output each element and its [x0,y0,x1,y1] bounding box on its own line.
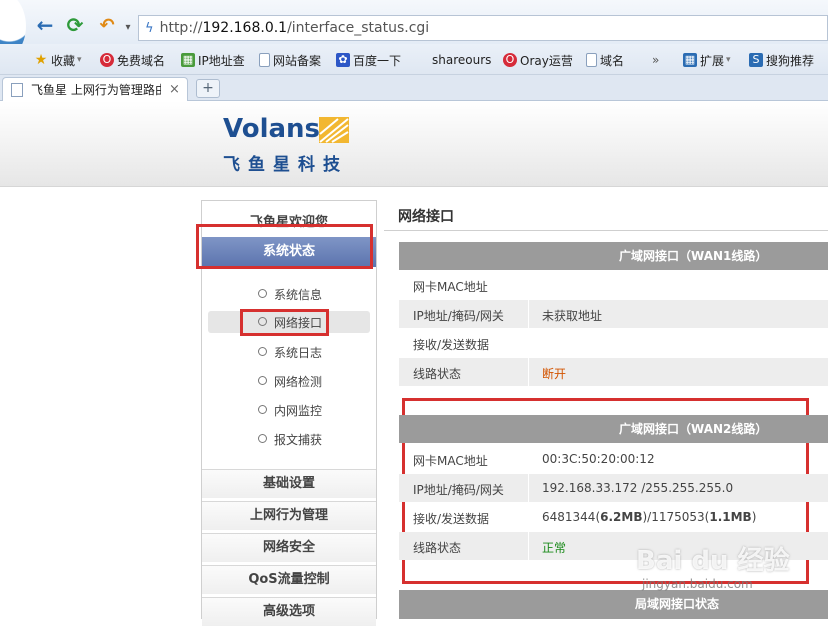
table-row: 接收/发送数据 [399,329,828,357]
table-row: 网卡MAC地址 [399,271,828,299]
bolt-icon: ϟ [145,20,154,36]
title-divider [384,230,828,231]
refresh-icon[interactable]: ⟳ [64,13,86,37]
sidebar-category-basic-settings[interactable]: 基础设置 [202,469,376,498]
watermark: Bai du 经验 jingyan.baidu.com [636,546,790,591]
table-row: 线路状态 断开 [399,358,828,386]
back-icon[interactable]: ← [34,13,56,37]
highlight-box-network-interface [240,309,329,336]
sidebar-subitem-network-check[interactable]: 网络检测 [202,370,376,392]
table-row: 网卡MAC地址 00:3C:50:20:00:12 [399,445,828,473]
url-text[interactable]: http://192.168.0.1/interface_status.cgi [160,20,430,36]
tab-router-admin[interactable]: 飞鱼星 上网行为管理路由 × [2,77,188,101]
brand-logo-text: Volans [223,114,321,144]
close-icon[interactable]: × [169,82,180,97]
sidebar-subitem-packet-capture[interactable]: 报文捕获 [202,428,376,450]
sidebar-category-advanced[interactable]: 高级选项 [202,597,376,626]
brand-name-cn: 飞鱼星科技 [223,155,348,175]
bookmark-shareours[interactable]: shareours [432,51,491,69]
tab-bar: 飞鱼星 上网行为管理路由 × + [0,75,828,101]
sidebar-subitem-lan-monitor[interactable]: 内网监控 [202,399,376,421]
bookmark-favorites[interactable]: ★ 收藏 ▾ [34,51,82,69]
highlight-box-system-status [196,224,373,269]
wan2-header: 广域网接口（WAN2线路） [399,415,828,443]
undo-icon[interactable]: ↶ [96,14,118,36]
bookmark-extensions[interactable]: ▦ 扩展 ▾ [683,51,731,69]
sidebar-category-qos[interactable]: QoS流量控制 [202,565,376,594]
new-tab-button[interactable]: + [196,79,220,98]
browser-toolbar: ← ⟳ ↶ ▾ ϟ http://192.168.0.1/interface_s… [0,0,828,62]
status-badge: 断开 [542,367,567,381]
star-icon: ★ [34,52,48,68]
table-row: IP地址/掩码/网关 192.168.33.172 /255.255.255.0 [399,474,828,502]
table-row: IP地址/掩码/网关 未获取地址 [399,300,828,328]
wan1-header: 广域网接口（WAN1线路） [399,242,828,270]
lan-header: 局域网接口状态 [399,590,828,619]
search-icon: S [749,53,763,67]
page-banner [0,101,828,187]
address-bar[interactable]: ϟ http://192.168.0.1/interface_status.cg… [138,15,828,41]
page-icon [259,53,270,67]
sidebar-category-network-security[interactable]: 网络安全 [202,533,376,562]
status-badge: 正常 [542,541,567,555]
bookmarks-overflow-button[interactable]: » [652,51,659,69]
bookmarks-bar: ★ 收藏 ▾ O 免费域名 ▦ IP地址查 网站备案 ✿ 百度一下 shareours O… [0,44,828,75]
paw-icon: ✿ [336,53,350,67]
grid-icon: ▦ [181,53,195,67]
circle-bullet-icon [258,376,267,385]
brand-logo-icon [319,117,349,143]
oray-icon: O [100,53,114,67]
bookmark-oray[interactable]: O Oray运营 [503,51,573,69]
circle-bullet-icon [258,289,267,298]
page-icon [586,53,597,67]
sidebar-subitem-system-log[interactable]: 系统日志 [202,341,376,363]
bookmark-free-domain[interactable]: O 免费域名 [100,51,165,69]
circle-bullet-icon [258,405,267,414]
page-title: 网络接口 [398,209,454,225]
sidebar-category-behavior-management[interactable]: 上网行为管理 [202,501,376,530]
circle-bullet-icon [258,434,267,443]
circle-bullet-icon [258,347,267,356]
sidebar-subitem-system-info[interactable]: 系统信息 [202,283,376,305]
bookmark-ip-lookup[interactable]: ▦ IP地址查 [181,51,245,69]
bookmark-site-record[interactable]: 网站备案 [259,51,321,69]
tab-title: 飞鱼星 上网行为管理路由 [31,83,161,97]
table-row: 接收/发送数据 6481344(6.2MB)/1175053(1.1MB) [399,503,828,531]
page-icon [11,82,23,97]
extension-icon: ▦ [683,53,697,67]
oray-icon: O [503,53,517,67]
undo-dropdown-icon[interactable]: ▾ [117,16,139,38]
bookmark-sogou[interactable]: S 搜狗推荐 [749,51,814,69]
bookmark-domain[interactable]: 域名 [586,51,624,69]
bookmark-baidu[interactable]: ✿ 百度一下 [336,51,401,69]
